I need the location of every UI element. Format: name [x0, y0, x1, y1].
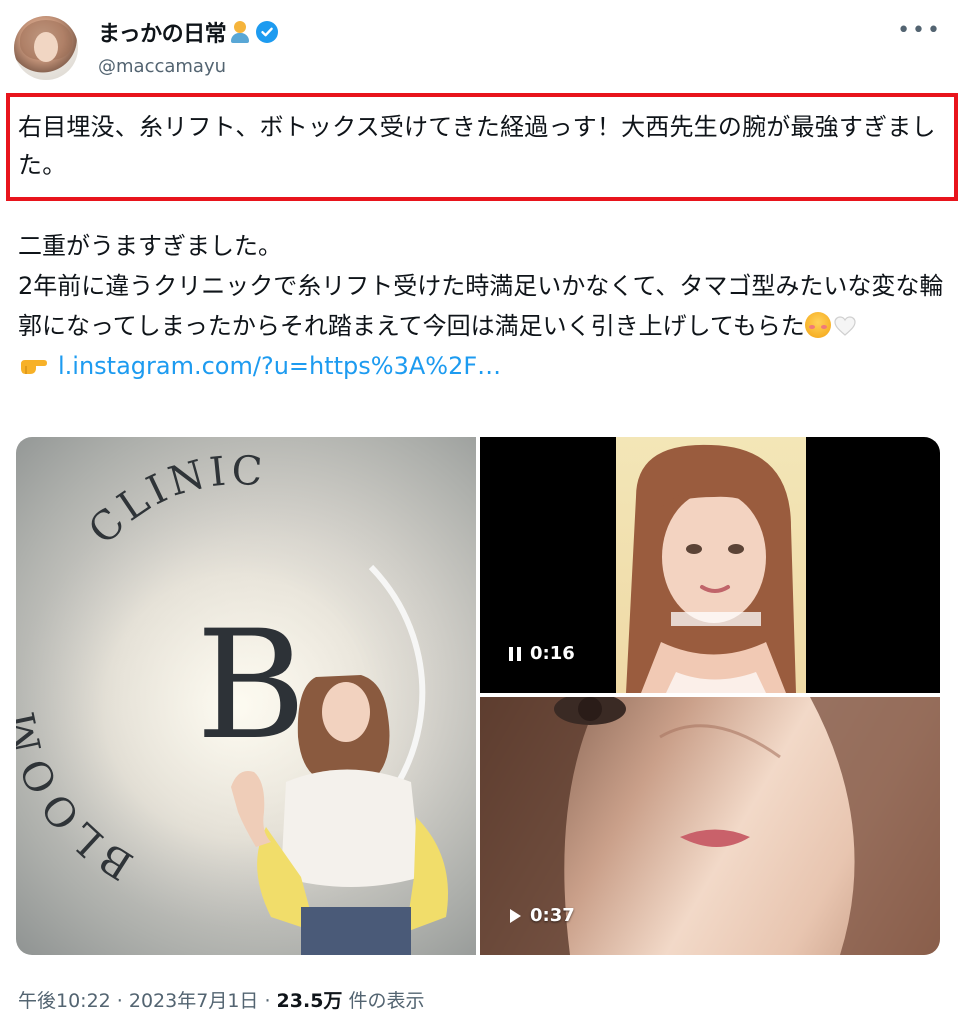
pointing-hand-icon — [21, 360, 47, 374]
tweet-meta: 午後10:22 · 2023年7月1日 · 23.5万 件の表示 — [18, 986, 424, 1013]
sign-letter-b: B — [196, 599, 306, 773]
views-count: 23.5万 — [276, 990, 343, 1012]
clinic-sign-illustration: CLINIC BLOOM B — [16, 448, 456, 955]
link-line: l.instagram.com/?u=https%3A%2F… — [18, 346, 958, 386]
video-1-duration: 0:16 — [530, 643, 575, 664]
video-2-time-badge: 0:37 — [508, 905, 575, 926]
video-1-illustration — [626, 444, 796, 693]
user-handle[interactable]: @maccamayu — [98, 56, 226, 77]
media-grid: CLINIC BLOOM B — [16, 437, 940, 955]
play-icon[interactable] — [508, 908, 522, 924]
tweet-highlighted-text: 右目埋没、糸リフト、ボトックス受けてきた経過っす！大西先生の腕が最強すぎました。 — [18, 113, 936, 179]
display-name[interactable]: まっかの日常 — [98, 16, 279, 48]
smiling-face-icon — [804, 312, 831, 338]
avatar-face — [34, 32, 58, 62]
video-1-time-badge: 0:16 — [508, 643, 575, 664]
pause-icon[interactable] — [508, 646, 522, 662]
verified-badge-icon — [256, 21, 279, 43]
tweet-body: 二重がうますぎました。 2年前に違うクリニックで糸リフト受けた時満足いかなくて、… — [18, 226, 958, 386]
video-2-duration: 0:37 — [530, 905, 575, 926]
white-heart-icon — [834, 316, 856, 336]
tweet-body-line: 二重がうますぎました。 — [18, 232, 282, 260]
tweet-time[interactable]: 午後10:22 · 2023年7月1日 · — [18, 990, 277, 1012]
tweet-body-line: 2年前に違うクリニックで糸リフト受けた時満足いかなくて、タマゴ型みたいな変な輪郭… — [18, 272, 944, 340]
instagram-link[interactable]: l.instagram.com/?u=https%3A%2F… — [58, 346, 501, 386]
video-thumbnail-1[interactable]: 0:16 — [480, 437, 940, 693]
video-thumbnail-2[interactable]: 0:37 — [480, 693, 940, 955]
more-icon[interactable]: ••• — [897, 18, 942, 43]
video-1-frame — [616, 437, 806, 693]
display-name-text: まっかの日常 — [98, 22, 227, 47]
clinic-photo[interactable]: CLINIC BLOOM B — [16, 437, 476, 955]
tweet-body-paragraph: 2年前に違うクリニックで糸リフト受けた時満足いかなくて、タマゴ型みたいな変な輪郭… — [18, 266, 958, 346]
person-emoji-icon — [230, 21, 250, 43]
views-label: 件の表示 — [342, 990, 425, 1012]
avatar[interactable] — [14, 16, 78, 80]
